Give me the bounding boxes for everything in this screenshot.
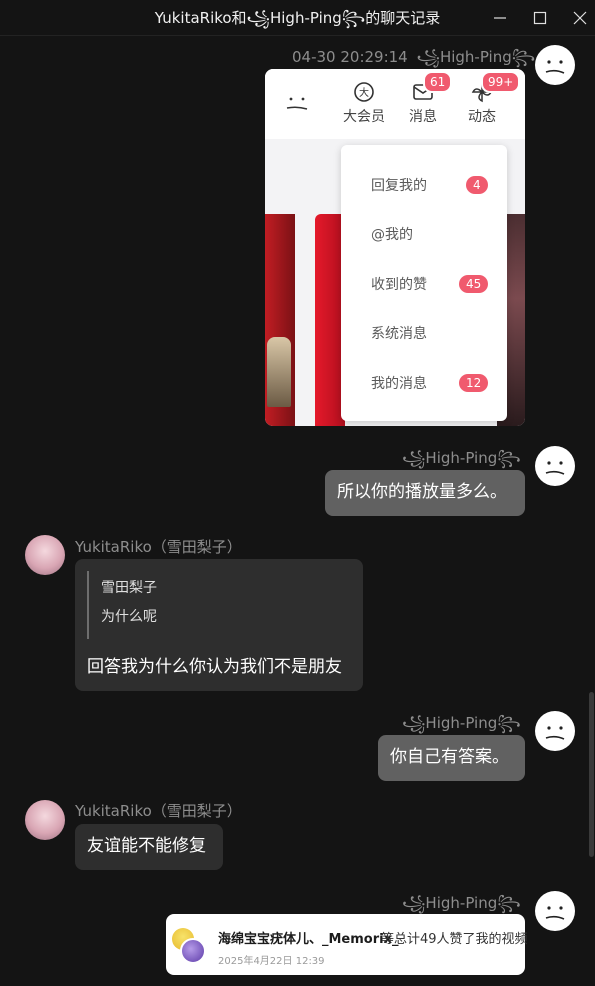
message-dropdown-menu: 回复我的 4 @我的 收到的赞 45 系统消息 我的消息 12 (341, 145, 507, 421)
avatar[interactable] (535, 446, 575, 486)
window-title: YukitaRiko和꧁High-Ping꧂的聊天记录 (154, 9, 441, 27)
menu-item-replies[interactable]: 回复我的 (371, 175, 427, 195)
menu-item-mentions[interactable]: @我的 (371, 224, 413, 244)
unread-badge: 61 (423, 71, 453, 93)
quoted-message[interactable]: 雪田梨子 为什么呢 (87, 571, 287, 639)
meh-face-icon (545, 60, 565, 74)
avatar[interactable] (25, 535, 65, 575)
menu-item-system[interactable]: 系统消息 (371, 323, 427, 343)
message-bubble[interactable]: 友谊能不能修复 (75, 824, 223, 870)
message-text: 回答我为什么你认为我们不是朋友 (87, 657, 342, 677)
sender-name: YukitaRiko（雪田梨子） (75, 538, 242, 556)
meh-face-icon (545, 461, 565, 475)
nav-dynamics-label: 动态 (468, 109, 496, 125)
poster-figure (267, 337, 291, 407)
meh-face-icon (545, 906, 565, 920)
unread-badge: 99+ (481, 71, 521, 93)
close-icon (573, 11, 587, 25)
nav-dynamics[interactable]: 动态 99+ (457, 69, 521, 139)
menu-badge: 45 (459, 275, 489, 293)
menu-badge: 4 (466, 176, 488, 194)
quote-name: 雪田梨子 (101, 580, 157, 596)
nav-vip-label: 大会员 (343, 109, 385, 125)
close-button[interactable] (557, 0, 595, 36)
avatar[interactable] (535, 891, 575, 931)
svg-text:大: 大 (359, 86, 369, 99)
timestamp: 04-30 20:29:14 (292, 48, 408, 66)
menu-badge: 12 (459, 374, 489, 392)
nav-messages[interactable]: 消息 61 (398, 69, 453, 139)
sender-name: ꧁High-Ping꧂ (416, 48, 536, 66)
quote-text: 为什么呢 (101, 609, 157, 625)
avatar[interactable] (535, 45, 575, 85)
meh-face-icon (286, 97, 308, 110)
message-bubble[interactable]: 所以你的播放量多么。 (325, 470, 525, 516)
scrollbar[interactable] (589, 692, 594, 857)
share-card[interactable]: 海绵宝宝疣体儿、_Memorix_ 等总计49人赞了我的视频 2025年4月22… (166, 914, 528, 975)
maximize-icon (533, 11, 547, 25)
sender-name: YukitaRiko（雪田梨子） (75, 802, 242, 820)
nav-vip[interactable]: 大 大会员 (339, 69, 389, 139)
user-avatar-icon (180, 938, 206, 964)
menu-item-my-messages[interactable]: 我的消息 (371, 373, 427, 393)
minimize-icon (494, 17, 506, 19)
nav-messages-label: 消息 (409, 109, 437, 125)
title-bar: YukitaRiko和꧁High-Ping꧂的聊天记录 (0, 0, 595, 36)
shared-screenshot-image[interactable]: 大 大会员 消息 61 动态 99+ 回复我的 4 @我的 收到的赞 45 系统… (265, 69, 525, 426)
menu-item-likes[interactable]: 收到的赞 (371, 274, 427, 294)
message-bubble[interactable]: 你自己有答案。 (378, 735, 525, 781)
card-title: 海绵宝宝疣体儿、_Memorix_ (218, 932, 399, 947)
avatar[interactable] (535, 711, 575, 751)
avatar[interactable] (25, 800, 65, 840)
card-time: 2025年4月22日 12:39 (218, 956, 325, 967)
vip-icon: 大 (354, 82, 374, 102)
card-description: 等总计49人赞了我的视频 (381, 932, 528, 947)
app-top-bar: 大 大会员 消息 61 动态 99+ (265, 69, 525, 139)
meh-face-icon (545, 726, 565, 740)
